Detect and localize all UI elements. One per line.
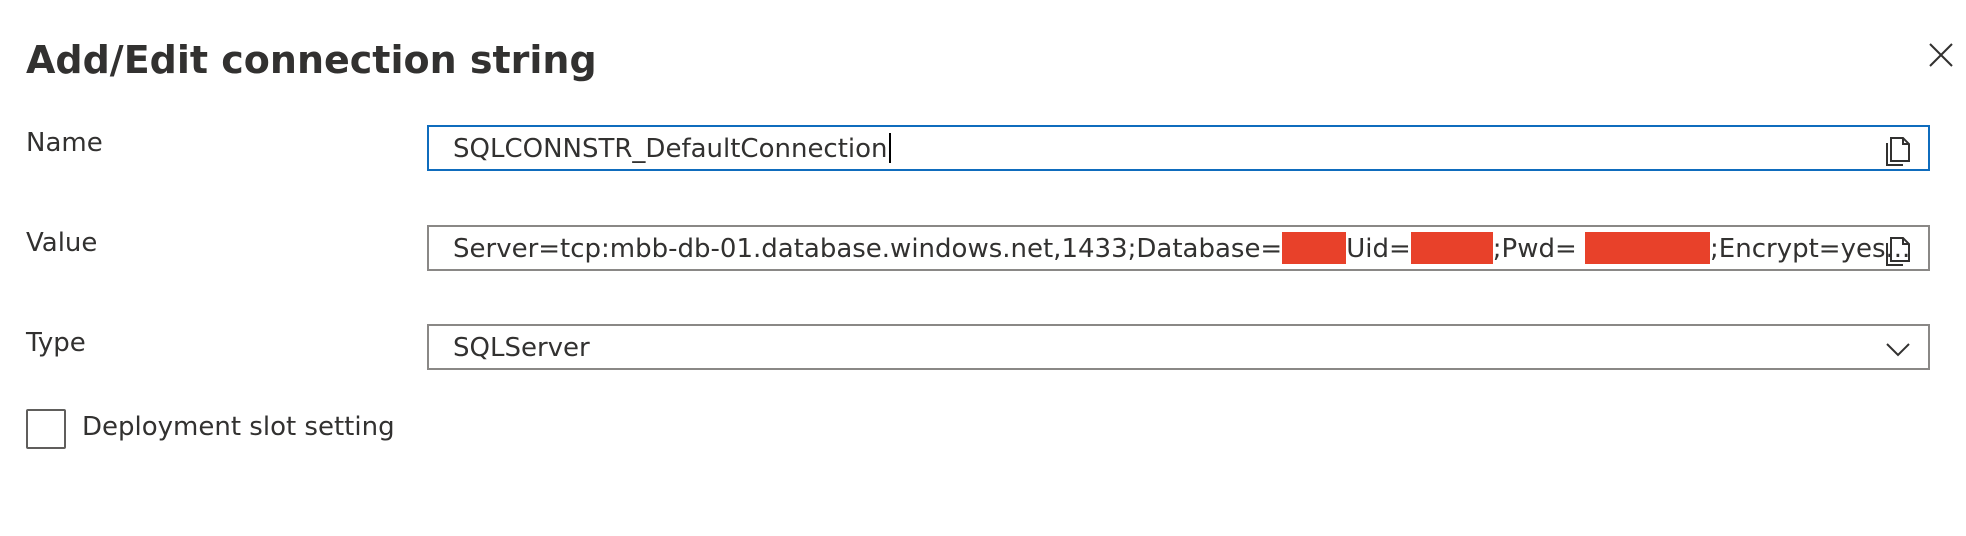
dialog-title: Add/Edit connection string — [26, 38, 597, 82]
name-input-value-wrap: SQLCONNSTR_DefaultConnection — [453, 127, 891, 169]
value-uid: Uid= — [1346, 234, 1411, 264]
copy-icon — [1886, 237, 1910, 266]
value-input-value: Server=tcp:mbb-db-01.database.windows.ne… — [453, 227, 1910, 269]
value-prefix: Server=tcp:mbb-db-01.database.windows.ne… — [453, 234, 1283, 264]
redacted-pwd — [1585, 231, 1711, 264]
copy-icon — [1886, 137, 1910, 166]
type-dropdown-toggle[interactable] — [1884, 335, 1912, 363]
value-suffix: ;Encrypt=yes... — [1710, 234, 1911, 264]
name-input-value: SQLCONNSTR_DefaultConnection — [453, 134, 888, 164]
chevron-down-icon — [1886, 343, 1910, 357]
type-selected-value: SQLServer — [453, 333, 590, 363]
name-label: Name — [26, 128, 103, 158]
redacted-database — [1282, 231, 1347, 264]
redacted-uid — [1410, 231, 1493, 264]
deployment-slot-checkbox[interactable] — [26, 409, 66, 449]
deployment-slot-label[interactable]: Deployment slot setting — [82, 412, 395, 442]
text-caret — [888, 132, 891, 163]
type-dropdown[interactable]: SQLServer — [427, 324, 1930, 370]
value-copy-button[interactable] — [1882, 233, 1916, 267]
value-input[interactable]: Server=tcp:mbb-db-01.database.windows.ne… — [427, 225, 1930, 271]
close-icon — [1929, 43, 1953, 67]
name-input[interactable]: SQLCONNSTR_DefaultConnection — [427, 125, 1930, 171]
value-label: Value — [26, 228, 98, 258]
name-copy-button[interactable] — [1882, 133, 1916, 167]
value-pwd: ;Pwd= — [1492, 234, 1586, 264]
type-label: Type — [26, 328, 86, 358]
close-button[interactable] — [1924, 38, 1958, 72]
add-edit-connection-string-panel: Add/Edit connection string Name SQLCONNS… — [0, 0, 1966, 536]
